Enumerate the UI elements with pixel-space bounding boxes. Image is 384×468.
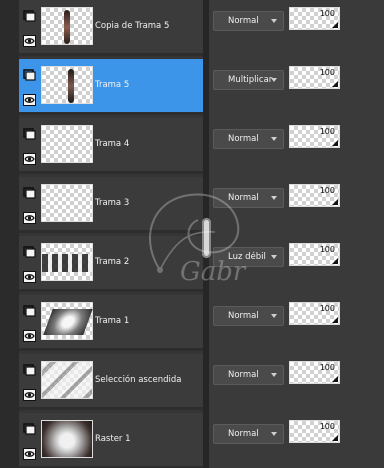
layer-icon[interactable] <box>23 125 36 140</box>
opacity-field[interactable]: 100 <box>289 420 340 443</box>
opacity-value: 100 <box>319 186 335 195</box>
layer-icon[interactable] <box>23 66 36 81</box>
blend-mode-dropdown[interactable]: Multiplicar <box>213 70 284 90</box>
layer-name: Trama 4 <box>95 139 130 149</box>
layer-row[interactable]: Trama 4 <box>19 118 203 174</box>
layer-controls: Normal 100 <box>213 354 384 410</box>
blend-mode-label: Luz débil <box>228 252 266 262</box>
layer-icon[interactable] <box>23 184 36 199</box>
blend-mode-dropdown[interactable]: Normal <box>213 306 284 326</box>
blend-mode-label: Multiplicar <box>228 75 273 85</box>
layer-controls: Normal 100 <box>213 0 384 56</box>
eye-icon[interactable] <box>23 386 36 401</box>
eye-icon[interactable] <box>23 209 36 224</box>
layer-row[interactable]: Raster 1 <box>19 413 203 468</box>
resize-icon[interactable] <box>332 81 338 87</box>
layer-icon[interactable] <box>23 302 36 317</box>
layer-thumbnail <box>41 66 93 104</box>
blend-mode-label: Normal <box>228 311 259 321</box>
blend-mode-label: Normal <box>228 193 259 203</box>
layer-name: Raster 1 <box>95 434 131 444</box>
opacity-value: 100 <box>319 68 335 77</box>
opacity-value: 100 <box>319 363 335 372</box>
layer-row[interactable]: Trama 1 <box>19 295 203 351</box>
eye-icon[interactable] <box>23 32 36 47</box>
blend-mode-dropdown[interactable]: Normal <box>213 424 284 444</box>
layer-row[interactable]: Trama 2 <box>19 236 203 292</box>
layer-thumbnail <box>41 125 93 163</box>
eye-icon[interactable] <box>23 445 36 460</box>
layer-icon[interactable] <box>23 361 36 376</box>
opacity-field[interactable]: 100 <box>289 243 340 266</box>
blend-mode-label: Normal <box>228 370 259 380</box>
layer-controls: Normal 100 <box>213 118 384 174</box>
resize-icon[interactable] <box>332 435 338 441</box>
blend-mode-dropdown[interactable]: Normal <box>213 11 284 31</box>
chevron-down-icon <box>271 19 277 23</box>
resize-icon[interactable] <box>332 22 338 28</box>
eye-icon[interactable] <box>23 268 36 283</box>
layers-panel: Copia de Trama 5 Trama 5 Trama 4 Trama 3 Tra… <box>0 0 384 468</box>
opacity-field[interactable]: 100 <box>289 184 340 207</box>
layer-thumbnail <box>41 243 93 281</box>
chevron-down-icon <box>271 314 277 318</box>
opacity-field[interactable]: 100 <box>289 361 340 384</box>
layer-thumbnail <box>41 420 93 458</box>
chevron-down-icon <box>271 432 277 436</box>
layer-name: Trama 5 <box>95 80 130 90</box>
blend-mode-dropdown[interactable]: Normal <box>213 188 284 208</box>
layer-name: Copia de Trama 5 <box>95 21 170 31</box>
layer-name: Trama 2 <box>95 257 130 267</box>
blend-mode-label: Normal <box>228 429 259 439</box>
opacity-value: 100 <box>319 127 335 136</box>
eye-icon[interactable] <box>23 150 36 165</box>
layer-controls: Multiplicar 100 <box>213 59 384 115</box>
layer-thumbnail <box>41 7 93 45</box>
opacity-value: 100 <box>319 304 335 313</box>
chevron-down-icon <box>271 373 277 377</box>
layer-name: Selección ascendida <box>95 375 182 385</box>
opacity-field[interactable]: 100 <box>289 125 340 148</box>
layer-row[interactable]: Selección ascendida <box>19 354 203 410</box>
layer-thumbnail <box>41 184 93 222</box>
layer-name: Trama 1 <box>95 316 130 326</box>
blend-mode-label: Normal <box>228 134 259 144</box>
layer-thumbnail <box>41 302 93 340</box>
eye-icon[interactable] <box>23 327 36 342</box>
resize-icon[interactable] <box>332 258 338 264</box>
layer-controls: Normal 100 <box>213 177 384 233</box>
layer-icon[interactable] <box>23 7 36 22</box>
blend-mode-dropdown[interactable]: Normal <box>213 365 284 385</box>
layer-row[interactable]: Trama 3 <box>19 177 203 233</box>
layer-controls: Normal 100 <box>213 413 384 468</box>
opacity-value: 100 <box>319 245 335 254</box>
chevron-down-icon <box>271 255 277 259</box>
opacity-field[interactable]: 100 <box>289 66 340 89</box>
chevron-down-icon <box>271 196 277 200</box>
layer-row[interactable]: Copia de Trama 5 <box>19 0 203 56</box>
divider-handle[interactable] <box>202 218 211 258</box>
layer-icon[interactable] <box>23 243 36 258</box>
blend-mode-label: Normal <box>228 16 259 26</box>
layers-gutter <box>0 0 19 468</box>
layer-icon[interactable] <box>23 420 36 435</box>
layer-name: Trama 3 <box>95 198 130 208</box>
opacity-field[interactable]: 100 <box>289 302 340 325</box>
layer-row[interactable]: Trama 5 <box>19 59 203 115</box>
opacity-field[interactable]: 100 <box>289 7 340 30</box>
resize-icon[interactable] <box>332 140 338 146</box>
resize-icon[interactable] <box>332 317 338 323</box>
blend-mode-dropdown[interactable]: Luz débil <box>213 247 284 267</box>
blend-mode-dropdown[interactable]: Normal <box>213 129 284 149</box>
layer-thumbnail <box>41 361 93 399</box>
resize-icon[interactable] <box>332 199 338 205</box>
layer-controls: Normal 100 <box>213 295 384 351</box>
opacity-value: 100 <box>319 422 335 431</box>
layer-controls: Luz débil 100 <box>213 236 384 292</box>
eye-icon[interactable] <box>23 91 36 106</box>
chevron-down-icon <box>271 137 277 141</box>
opacity-value: 100 <box>319 9 335 18</box>
chevron-down-icon <box>271 78 277 82</box>
resize-icon[interactable] <box>332 376 338 382</box>
